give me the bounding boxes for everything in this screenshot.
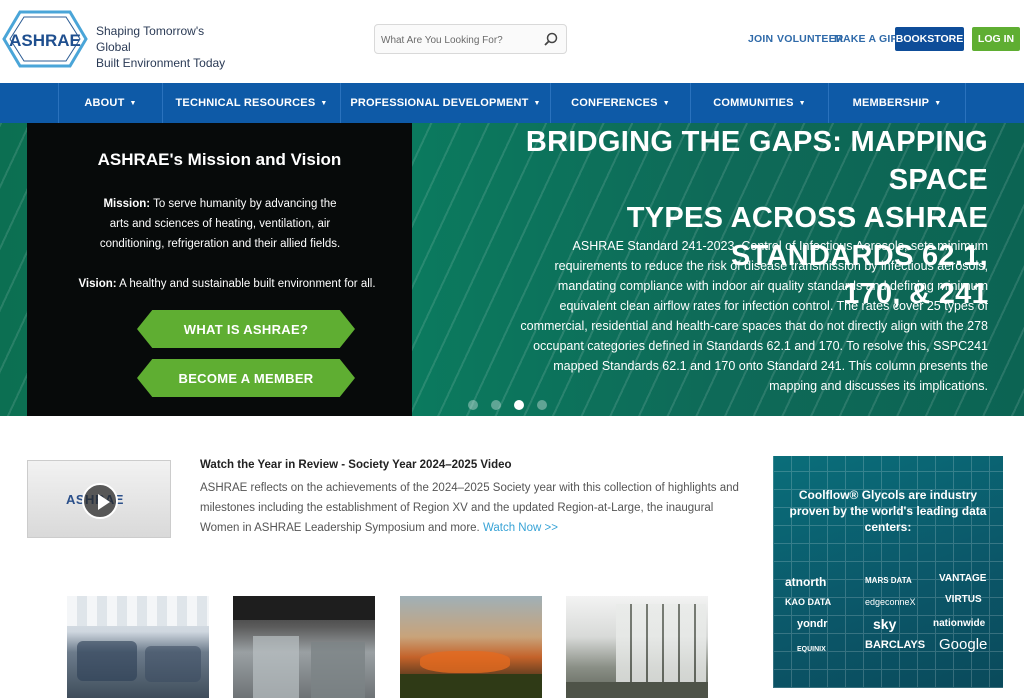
carousel-dot-4[interactable] xyxy=(537,400,547,410)
what-is-ashrae-button[interactable]: WHAT IS ASHRAE? xyxy=(137,310,355,348)
ashrae-logo[interactable]: ASHRAE xyxy=(2,8,88,70)
mission-statement: Mission: To serve humanity by advancing … xyxy=(93,194,347,254)
ad-logo-mars-data: MARS DATA xyxy=(865,576,912,585)
ad-logo-google: Google xyxy=(939,636,988,653)
vision-label: Vision: xyxy=(78,278,117,290)
mission-panel: ASHRAE's Mission and Vision Mission: To … xyxy=(27,123,412,416)
ad-logo-kao-data: KAO DATA xyxy=(785,597,832,607)
nav-label: ABOUT xyxy=(84,97,125,109)
mission-label: Mission: xyxy=(103,198,151,210)
nav-label: CONFERENCES xyxy=(571,97,658,109)
carousel-dot-3[interactable] xyxy=(514,400,524,410)
nav-item-about[interactable]: ABOUT ▼ xyxy=(58,83,162,123)
site-header: ASHRAE Shaping Tomorrow's Global Built E… xyxy=(0,0,1024,83)
news-thumbnail-atrium[interactable] xyxy=(566,596,708,698)
hero-title-line-1: BRIDGING THE GAPS: MAPPING SPACE xyxy=(525,126,988,196)
caret-down-icon: ▼ xyxy=(934,99,942,107)
nav-label: COMMUNITIES xyxy=(713,97,794,109)
login-button[interactable]: LOG IN xyxy=(972,27,1020,51)
tagline-line-1: Shaping Tomorrow's Global xyxy=(96,24,205,54)
caret-down-icon: ▼ xyxy=(798,99,806,107)
ad-logo-virtus: VIRTUS xyxy=(945,594,982,605)
video-desc-text: ASHRAE reflects on the achievements of t… xyxy=(200,482,739,534)
hero-carousel: ASHRAE's Mission and Vision Mission: To … xyxy=(0,123,1024,416)
news-thumbnail-classroom[interactable] xyxy=(67,596,209,698)
vision-text: A healthy and sustainable built environm… xyxy=(116,278,376,290)
become-a-member-button[interactable]: BECOME A MEMBER xyxy=(137,359,355,397)
search-box xyxy=(374,24,567,54)
tagline-line-2: Built Environment Today xyxy=(96,56,226,70)
nav-label: MEMBERSHIP xyxy=(852,97,930,109)
ad-logo-atnorth: atnorth xyxy=(785,575,827,589)
news-thumbnail-wildfire[interactable] xyxy=(400,596,542,698)
ad-logo-nationwide: nationwide xyxy=(933,618,986,629)
site-tagline: Shaping Tomorrow's Global Built Environm… xyxy=(96,23,236,71)
ad-logo-vantage: VANTAGE xyxy=(939,573,987,584)
nav-item-technical-resources[interactable]: TECHNICAL RESOURCES ▼ xyxy=(162,83,340,123)
caret-down-icon: ▼ xyxy=(662,99,670,107)
search-input[interactable] xyxy=(381,31,541,49)
ad-logo-barclays: BARCLAYS xyxy=(865,639,926,651)
mission-title: ASHRAE's Mission and Vision xyxy=(97,150,342,169)
ad-headline: Coolflow® Glycols are industry proven by… xyxy=(789,488,987,534)
carousel-dot-2[interactable] xyxy=(491,400,501,410)
caret-down-icon: ▼ xyxy=(129,99,137,107)
ad-logo-yondr: yondr xyxy=(797,618,828,630)
bookstore-button[interactable]: BOOKSTORE xyxy=(895,27,964,51)
watch-now-link[interactable]: Watch Now >> xyxy=(483,522,558,534)
nav-label: PROFESSIONAL DEVELOPMENT xyxy=(350,97,529,109)
hero-body-text: ASHRAE Standard 241-2023, Control of Inf… xyxy=(520,239,988,393)
ad-logo-edgeconnex: edgeconneX xyxy=(865,597,916,607)
video-thumbnail[interactable]: ASHRAE xyxy=(27,460,171,538)
nav-item-conferences[interactable]: CONFERENCES ▼ xyxy=(550,83,690,123)
coolflow-ad[interactable]: Coolflow® Glycols are industry proven by… xyxy=(773,456,1003,688)
vision-statement: Vision: A healthy and sustainable built … xyxy=(57,274,397,294)
caret-down-icon: ▼ xyxy=(533,99,541,107)
play-icon[interactable] xyxy=(82,483,118,519)
main-nav: ABOUT ▼ TECHNICAL RESOURCES ▼ PROFESSIONAL… xyxy=(0,83,1024,123)
video-title[interactable]: Watch the Year in Review - Society Year … xyxy=(200,459,740,471)
nav-item-membership[interactable]: MEMBERSHIP ▼ xyxy=(828,83,966,123)
carousel-dot-1[interactable] xyxy=(468,400,478,410)
make-a-gift-link[interactable]: MAKE A GIFT xyxy=(834,33,904,45)
news-thumbnail-office-interior[interactable] xyxy=(233,596,375,698)
caret-down-icon: ▼ xyxy=(320,99,328,107)
carousel-dots xyxy=(468,400,547,410)
nav-item-professional-development[interactable]: PROFESSIONAL DEVELOPMENT ▼ xyxy=(340,83,550,123)
ad-logo-equinix: EQUINIX xyxy=(797,646,826,653)
video-description: ASHRAE reflects on the achievements of t… xyxy=(200,478,745,538)
ad-logo-sky: sky xyxy=(873,616,897,632)
join-link[interactable]: JOIN xyxy=(748,33,773,45)
svg-text:ASHRAE: ASHRAE xyxy=(9,31,81,50)
search-icon[interactable] xyxy=(544,32,558,46)
nav-item-communities[interactable]: COMMUNITIES ▼ xyxy=(690,83,828,123)
nav-label: TECHNICAL RESOURCES xyxy=(175,97,316,109)
